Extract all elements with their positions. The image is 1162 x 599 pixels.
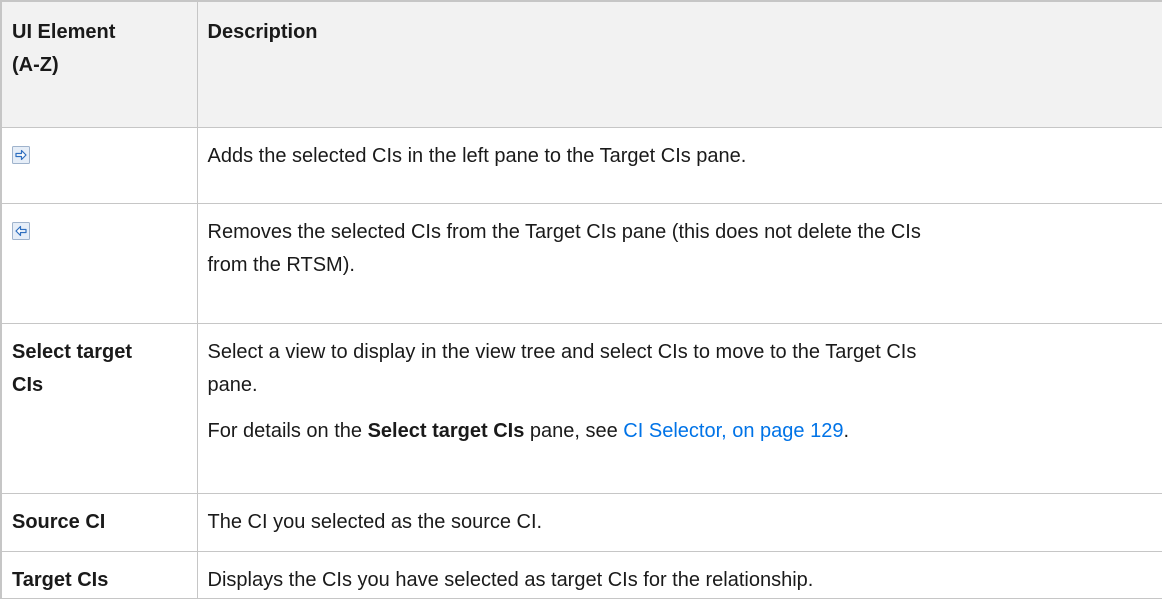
header-description-label: Description bbox=[198, 2, 1162, 49]
table-row: Source CI The CI you selected as the sou… bbox=[1, 494, 1162, 552]
description-line1: Removes the selected CIs from the Target… bbox=[208, 216, 1153, 249]
table-row: Target CIs Displays the CIs you have sel… bbox=[1, 552, 1162, 599]
description-line2: pane. bbox=[208, 369, 1153, 402]
table-row: Adds the selected CIs in the left pane t… bbox=[1, 128, 1162, 204]
description-cell: Removes the selected CIs from the Target… bbox=[197, 204, 1162, 324]
details-bold-term: Select target CIs bbox=[368, 420, 525, 442]
description-cell: Adds the selected CIs in the left pane t… bbox=[197, 128, 1162, 204]
ci-selector-link[interactable]: CI Selector, on page 129 bbox=[623, 420, 843, 442]
element-name: Source CI bbox=[2, 494, 197, 539]
element-cell bbox=[1, 128, 197, 204]
details-suffix: . bbox=[843, 420, 849, 442]
description-text: Displays the CIs you have selected as ta… bbox=[198, 552, 1162, 597]
element-cell: Select target CIs bbox=[1, 324, 197, 494]
arrow-left-icon[interactable] bbox=[12, 222, 30, 240]
element-name: Target CIs bbox=[2, 552, 197, 597]
element-cell: Source CI bbox=[1, 494, 197, 552]
element-name-line2: CIs bbox=[12, 369, 187, 402]
element-cell bbox=[1, 204, 197, 324]
header-description: Description bbox=[197, 1, 1162, 128]
header-ui-element-line1: UI Element bbox=[12, 16, 187, 49]
details-middle: pane, see bbox=[524, 420, 623, 442]
ui-elements-table: UI Element (A-Z) Description Adds the se… bbox=[0, 0, 1162, 599]
description-line2: from the RTSM). bbox=[208, 249, 1153, 282]
details-paragraph: For details on the Select target CIs pan… bbox=[208, 415, 1153, 448]
description-cell: Displays the CIs you have selected as ta… bbox=[197, 552, 1162, 599]
element-cell: Target CIs bbox=[1, 552, 197, 599]
description-text: The CI you selected as the source CI. bbox=[198, 494, 1162, 539]
header-ui-element-line2: (A-Z) bbox=[12, 49, 187, 82]
description-line1: Select a view to display in the view tre… bbox=[208, 336, 1153, 369]
arrow-right-icon[interactable] bbox=[12, 146, 30, 164]
description-cell: The CI you selected as the source CI. bbox=[197, 494, 1162, 552]
description-cell: Select a view to display in the view tre… bbox=[197, 324, 1162, 494]
description-text: Adds the selected CIs in the left pane t… bbox=[198, 128, 1162, 173]
element-name-line1: Select target bbox=[12, 336, 187, 369]
table-header-row: UI Element (A-Z) Description bbox=[1, 1, 1162, 128]
details-prefix: For details on the bbox=[208, 420, 368, 442]
table-row: Select target CIs Select a view to displ… bbox=[1, 324, 1162, 494]
table-row: Removes the selected CIs from the Target… bbox=[1, 204, 1162, 324]
header-ui-element: UI Element (A-Z) bbox=[1, 1, 197, 128]
